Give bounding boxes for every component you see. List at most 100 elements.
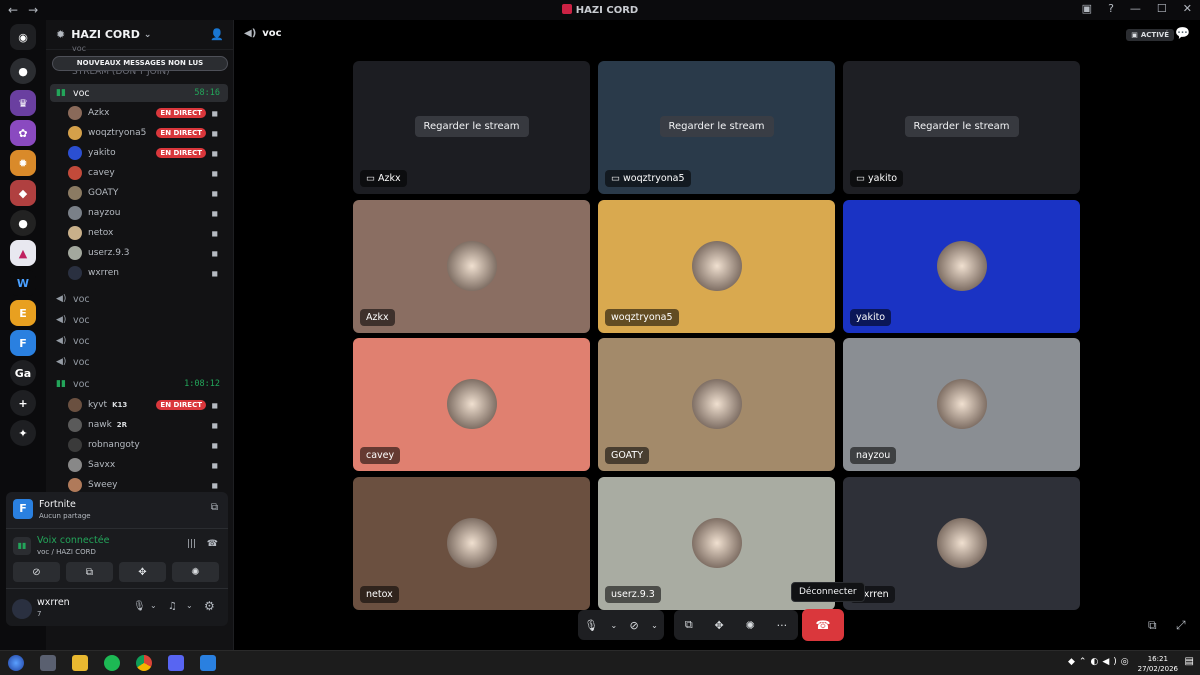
voice-user[interactable]: cavey ◼ bbox=[68, 164, 226, 182]
maximize-icon[interactable]: ☐ bbox=[1157, 2, 1167, 15]
server-icon-2[interactable]: ♛ bbox=[10, 90, 36, 116]
participant-tile[interactable]: GOATY bbox=[598, 338, 835, 471]
spotify-icon[interactable] bbox=[104, 655, 120, 671]
watch-stream-button[interactable]: Regarder le stream bbox=[659, 116, 774, 137]
participant-tile[interactable]: wxrren bbox=[843, 477, 1080, 610]
server-icon-8[interactable]: W bbox=[10, 270, 36, 296]
fullscreen-icon[interactable]: ⤢ bbox=[1176, 618, 1186, 633]
microphone-icon[interactable]: 🎙 bbox=[133, 601, 146, 612]
call-header: ◀) voc bbox=[244, 28, 282, 39]
voice-user[interactable]: nayzou ◼ bbox=[68, 204, 226, 222]
avatar bbox=[68, 266, 82, 280]
voice-user[interactable]: nawk 2R ◼ bbox=[68, 416, 226, 434]
voice-user[interactable]: woqztryona5 EN DIRECT ◼ bbox=[68, 124, 226, 142]
voice-user[interactable]: wxrren ◼ bbox=[68, 264, 226, 282]
chevron-down-icon[interactable]: ⌄ bbox=[610, 621, 617, 630]
screen-share-button[interactable]: ⧉ bbox=[66, 562, 113, 582]
voice-channel-voc-5[interactable]: ◀) voc bbox=[50, 353, 228, 371]
server-icon-9[interactable]: E bbox=[10, 300, 36, 326]
chevron-down-icon[interactable]: ⌄ bbox=[186, 601, 193, 610]
voice-user[interactable]: yakito EN DIRECT ◼ bbox=[68, 144, 226, 162]
voice-status[interactable]: Voix connectée bbox=[37, 535, 109, 546]
start-icon[interactable] bbox=[8, 655, 24, 671]
participant-tile[interactable]: yakito bbox=[843, 200, 1080, 333]
participant-tile[interactable]: nayzou bbox=[843, 338, 1080, 471]
server-icon-1[interactable]: ● bbox=[10, 58, 36, 84]
voice-user[interactable]: userz.9.3 ◼ bbox=[68, 244, 226, 262]
share-screen-icon[interactable]: ⧉ bbox=[211, 502, 218, 513]
voice-channel-voc-3[interactable]: ◀) voc bbox=[50, 311, 228, 329]
user-name[interactable]: wxrren bbox=[37, 597, 70, 608]
notifications-icon[interactable]: ▤ bbox=[1185, 656, 1194, 667]
system-tray-icons[interactable]: ◆⌃◐◀)◎ bbox=[1068, 657, 1133, 667]
soundboard-icon[interactable]: ✺ bbox=[746, 619, 755, 632]
stream-tile[interactable]: Regarder le stream ▭ woqztryona5 bbox=[598, 61, 835, 194]
discord-home-icon[interactable]: ◉ bbox=[10, 24, 36, 50]
chevron-down-icon[interactable]: ⌄ bbox=[651, 621, 658, 630]
invite-people-icon[interactable]: 👤 bbox=[210, 28, 224, 41]
stream-tile[interactable]: Regarder le stream ▭ yakito bbox=[843, 61, 1080, 194]
activities-button[interactable]: ✥ bbox=[119, 562, 166, 582]
participant-name: nayzou bbox=[850, 447, 897, 464]
minimize-icon[interactable]: — bbox=[1130, 2, 1141, 15]
voice-channel-voc-6[interactable]: ▮▮ voc 1:08:12 bbox=[50, 375, 228, 393]
file-explorer-icon[interactable] bbox=[72, 655, 88, 671]
taskbar-clock[interactable]: 16:21 27/02/2026 bbox=[1138, 654, 1178, 674]
more-options-icon[interactable]: ··· bbox=[777, 619, 788, 632]
close-icon[interactable]: ✕ bbox=[1183, 2, 1192, 15]
discover-icon[interactable]: ✦ bbox=[10, 420, 36, 446]
voice-channel-voc-2[interactable]: ◀) voc bbox=[50, 290, 228, 308]
signal-icon[interactable]: ▮▮ bbox=[13, 537, 31, 555]
soundboard-button[interactable]: ✺ bbox=[172, 562, 219, 582]
chat-bubble-icon[interactable]: 💬 bbox=[1175, 26, 1190, 40]
screen-share-icon[interactable]: ⧉ bbox=[685, 618, 693, 632]
voice-location[interactable]: voc / HAZI CORD bbox=[37, 548, 96, 556]
server-icon-ga[interactable]: Ga bbox=[10, 360, 36, 386]
server-icon-6[interactable]: ● bbox=[10, 210, 36, 236]
discord-icon[interactable] bbox=[168, 655, 184, 671]
participant-tile[interactable]: netox bbox=[353, 477, 590, 610]
headphones-icon[interactable]: ♫ bbox=[168, 601, 177, 612]
voice-user[interactable]: robnangoty ◼ bbox=[68, 436, 226, 454]
voice-user[interactable]: kyvt K13 EN DIRECT ◼ bbox=[68, 396, 226, 414]
help-icon[interactable]: ? bbox=[1108, 2, 1114, 15]
server-icon-10[interactable]: F bbox=[10, 330, 36, 356]
camera-toggle-button[interactable]: ⊘ bbox=[13, 562, 60, 582]
voice-user[interactable]: Savxx ◼ bbox=[68, 456, 226, 474]
settings-gear-icon[interactable]: ⚙ bbox=[204, 599, 215, 613]
server-icon-7[interactable]: ▲ bbox=[10, 240, 36, 266]
inbox-icon[interactable]: ▣ bbox=[1082, 2, 1092, 15]
activities-icon[interactable]: ✥ bbox=[715, 619, 724, 632]
voice-user[interactable]: Azkx EN DIRECT ◼ bbox=[68, 104, 226, 122]
server-icon-3[interactable]: ✿ bbox=[10, 120, 36, 146]
popout-icon[interactable]: ⧉ bbox=[1148, 618, 1157, 633]
server-icon-5[interactable]: ◆ bbox=[10, 180, 36, 206]
participant-tile[interactable]: woqztryona5 bbox=[598, 200, 835, 333]
watch-stream-button[interactable]: Regarder le stream bbox=[904, 116, 1019, 137]
voice-user[interactable]: GOATY ◼ bbox=[68, 184, 226, 202]
voice-user[interactable]: netox ◼ bbox=[68, 224, 226, 242]
unread-messages-banner[interactable]: NOUVEAUX MESSAGES NON LUS bbox=[52, 56, 228, 71]
voice-channel-voc-4[interactable]: ◀) voc bbox=[50, 332, 228, 350]
participant-tile[interactable]: Azkx bbox=[353, 200, 590, 333]
channel-voc-scrolled[interactable]: voc bbox=[72, 44, 86, 53]
discord-window: ← → HAZI CORD ▣ ? — ☐ ✕ ◉ ● ♛ ✿ ✹ ◆ ● ▲ W… bbox=[0, 0, 1200, 675]
fortnite-taskbar-icon[interactable] bbox=[200, 655, 216, 671]
noise-suppression-icon[interactable]: ||| bbox=[187, 539, 196, 549]
add-server-icon[interactable]: + bbox=[10, 390, 36, 416]
voice-channel-voc-1[interactable]: ▮▮ voc 58:16 bbox=[50, 84, 228, 102]
avatar[interactable] bbox=[12, 599, 32, 619]
microphone-icon[interactable]: 🎙 bbox=[584, 619, 598, 632]
stream-tile[interactable]: Regarder le stream ▭ Azkx bbox=[353, 61, 590, 194]
status-icon: ◼ bbox=[211, 400, 218, 410]
server-icon-4[interactable]: ✹ bbox=[10, 150, 36, 176]
participant-tile[interactable]: cavey bbox=[353, 338, 590, 471]
activity-badge[interactable]: ▣ ACTIVÉ bbox=[1126, 29, 1174, 41]
chevron-down-icon[interactable]: ⌄ bbox=[150, 601, 157, 610]
chrome-icon[interactable] bbox=[136, 655, 152, 671]
task-view-icon[interactable] bbox=[40, 655, 56, 671]
camera-off-icon[interactable]: ⊘ bbox=[630, 619, 639, 632]
disconnect-button[interactable]: ☎ bbox=[802, 609, 844, 641]
disconnect-phone-icon[interactable]: ☎ bbox=[207, 539, 218, 549]
watch-stream-button[interactable]: Regarder le stream bbox=[414, 116, 529, 137]
